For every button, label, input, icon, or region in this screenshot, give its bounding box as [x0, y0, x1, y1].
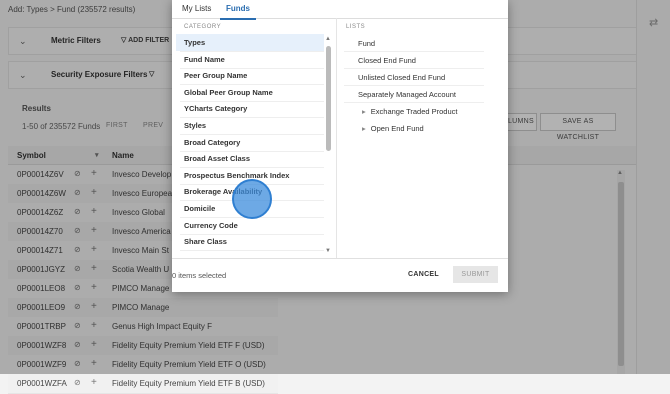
table-row[interactable]: 0P0001WZFA ⊘ + Fidelity Equity Premium Yiel…: [8, 374, 278, 394]
category-item[interactable]: Broad Category: [184, 138, 240, 147]
list-item-label: Open End Fund: [370, 124, 424, 133]
category-divider: [180, 134, 324, 135]
category-scrollbar[interactable]: ▲ ▼: [325, 36, 333, 258]
category-item[interactable]: Styles: [184, 121, 206, 130]
category-divider: [180, 84, 324, 86]
category-item[interactable]: Fund Name: [184, 55, 225, 64]
category-item[interactable]: YCharts Category: [184, 104, 247, 113]
category-item[interactable]: Global Peer Group Name: [184, 88, 273, 97]
category-item[interactable]: Broad Asset Class: [184, 154, 250, 163]
scroll-up-icon[interactable]: ▲: [325, 36, 331, 42]
row-symbol[interactable]: 0P0001WZFA: [17, 379, 67, 388]
list-item-label: Unlisted Closed End Fund: [358, 73, 446, 82]
expand-icon[interactable]: ▸: [362, 107, 366, 116]
lists-header: LISTS: [346, 24, 366, 30]
column-divider: [336, 18, 337, 258]
category-divider: [180, 250, 324, 252]
category-divider: [180, 100, 324, 102]
category-list: Types Fund Name Peer Group Name Global Peer…: [172, 34, 324, 256]
fund-list-modal: My Lists Funds CATEGORY LISTS Types Fund …: [172, 0, 508, 292]
category-divider: [180, 150, 324, 152]
add-icon[interactable]: +: [91, 377, 97, 388]
click-indicator: [232, 179, 272, 219]
scroll-down-icon[interactable]: ▼: [325, 248, 331, 254]
tab-funds[interactable]: Funds: [220, 4, 256, 20]
list-item[interactable]: Unlisted Closed End Fund: [358, 73, 445, 82]
modal-tabs: My Lists Funds: [172, 0, 508, 20]
submit-button[interactable]: SUBMIT: [453, 266, 498, 283]
list-item-label: Separately Managed Account: [358, 90, 456, 99]
category-item[interactable]: Share Class: [184, 237, 227, 246]
list-item-label: Exchange Traded Product: [370, 107, 458, 116]
category-item[interactable]: Types: [184, 38, 205, 47]
footer-divider: [172, 258, 508, 259]
category-divider: [180, 233, 324, 235]
list-item[interactable]: Fund: [358, 39, 375, 48]
link-icon[interactable]: ⊘: [74, 378, 81, 387]
row-name[interactable]: Fidelity Equity Premium Yield ETF B (USD…: [112, 379, 278, 388]
category-divider: [180, 167, 324, 169]
category-item[interactable]: Peer Group Name: [184, 71, 247, 80]
list-item[interactable]: ▸ Open End Fund: [362, 124, 424, 133]
category-item[interactable]: Domicile: [184, 204, 215, 213]
list-item[interactable]: ▸ Exchange Traded Product: [362, 107, 458, 116]
category-item[interactable]: Prospectus Benchmark Index: [184, 171, 289, 180]
list-item-label: Closed End Fund: [358, 56, 416, 65]
category-header: CATEGORY: [184, 24, 222, 30]
list-item[interactable]: Separately Managed Account: [358, 90, 456, 99]
list-item[interactable]: Closed End Fund: [358, 56, 416, 65]
cancel-button[interactable]: CANCEL: [408, 271, 439, 278]
category-divider: [180, 67, 324, 69]
tab-my-lists[interactable]: My Lists: [176, 4, 217, 18]
category-divider: [180, 51, 324, 52]
expand-icon[interactable]: ▸: [362, 124, 366, 133]
scrollbar-thumb[interactable]: [326, 46, 331, 151]
list-divider: [344, 68, 484, 69]
list-divider: [344, 102, 484, 103]
list-divider: [344, 85, 484, 86]
list-divider: [344, 51, 484, 52]
list-item-label: Fund: [358, 39, 376, 48]
category-divider: [180, 117, 324, 119]
category-item[interactable]: Currency Code: [184, 221, 238, 230]
